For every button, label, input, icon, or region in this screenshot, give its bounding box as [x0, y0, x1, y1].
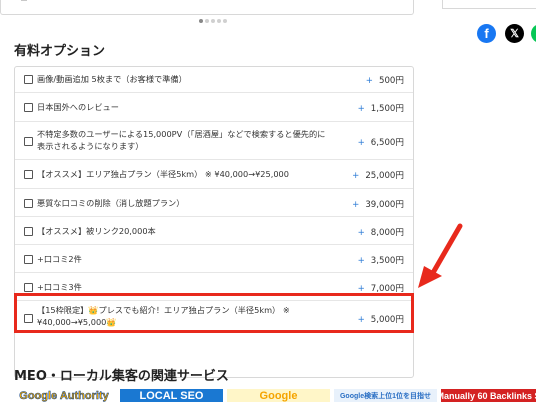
option-label: 画像/動画追加 5枚まで（お客様で準備） [37, 74, 187, 84]
plus-icon: + [365, 76, 373, 86]
option-checkbox[interactable] [24, 137, 33, 146]
option-checkbox[interactable] [24, 170, 33, 179]
plus-icon: + [357, 256, 365, 266]
carousel-dot-2[interactable] [205, 19, 209, 23]
option-price: +6,500円 [357, 138, 404, 148]
option-price: +39,000円 [352, 200, 404, 210]
service-banner-local-seo[interactable]: LOCAL SEO [120, 389, 223, 402]
option-price: +3,500円 [357, 256, 404, 266]
option-price: +8,000円 [357, 228, 404, 238]
carousel-dot-5[interactable] [223, 19, 227, 23]
option-row[interactable]: 画像/動画追加 5枚まで（お客様で準備） +500円 [15, 67, 413, 92]
card-divider [21, 0, 27, 1]
carousel-dot-1[interactable] [199, 19, 203, 23]
top-content-card [0, 0, 414, 15]
plus-icon: + [352, 171, 360, 181]
option-price: +25,000円 [352, 171, 404, 181]
annotation-arrow-icon [418, 223, 463, 288]
option-row[interactable]: 悪質な口コミの削除（消し放題プラン） +39,000円 [15, 188, 413, 216]
carousel-dot-3[interactable] [211, 19, 215, 23]
paid-options-title: 有料オプション [14, 44, 106, 59]
option-label: 【オススメ】被リンク20,000本 [37, 226, 156, 236]
plus-icon: + [357, 104, 365, 114]
line-icon[interactable] [531, 24, 536, 43]
option-checkbox[interactable] [24, 255, 33, 264]
option-price: +500円 [365, 76, 404, 86]
service-banner-backlinks[interactable]: Manually 60 Backlinks S [441, 389, 536, 402]
related-services-title: MEO・ローカル集客の関連サービス [14, 369, 229, 384]
option-row[interactable]: 【オススメ】被リンク20,000本 +8,000円 [15, 216, 413, 244]
facebook-icon[interactable]: f [477, 24, 496, 43]
option-price: +1,500円 [357, 104, 404, 114]
carousel-pagination[interactable] [199, 19, 227, 23]
option-label: 日本国外へのレビュー [37, 102, 119, 112]
plus-icon: + [357, 138, 365, 148]
plus-icon: + [352, 200, 360, 210]
option-checkbox[interactable] [24, 103, 33, 112]
plus-icon: + [357, 228, 365, 238]
option-row[interactable]: 【オススメ】エリア独占プラン（半径5km） ※ ¥40,000→¥25,000 … [15, 159, 413, 188]
option-row[interactable]: 日本国外へのレビュー +1,500円 [15, 92, 413, 121]
option-checkbox[interactable] [24, 199, 33, 208]
option-label: +口コミ2件 [37, 254, 82, 264]
service-banner-google[interactable]: Google [227, 389, 330, 402]
option-row[interactable]: +口コミ2件 +3,500円 [15, 244, 413, 272]
x-icon[interactable]: 𝕏 [505, 24, 524, 43]
option-checkbox[interactable] [24, 283, 33, 292]
service-banner-google-authority[interactable]: Google Authority [14, 389, 114, 402]
carousel-dot-4[interactable] [217, 19, 221, 23]
option-label: +口コミ3件 [37, 282, 82, 292]
option-checkbox[interactable] [24, 227, 33, 236]
service-banner-google-search[interactable]: Google検索上位1位を目指せ [334, 389, 437, 402]
sidebar-card [442, 0, 536, 9]
option-label: 悪質な口コミの削除（消し放題プラン） [37, 198, 185, 208]
highlight-box [14, 293, 414, 333]
option-label: 不特定多数のユーザーによる15,000PV（「居酒屋」などで検索すると優先的に表… [37, 129, 326, 151]
option-label: 【オススメ】エリア独占プラン（半径5km） ※ ¥40,000→¥25,000 [37, 169, 289, 179]
option-row[interactable]: 不特定多数のユーザーによる15,000PV（「居酒屋」などで検索すると優先的に表… [15, 121, 413, 159]
option-checkbox[interactable] [24, 75, 33, 84]
